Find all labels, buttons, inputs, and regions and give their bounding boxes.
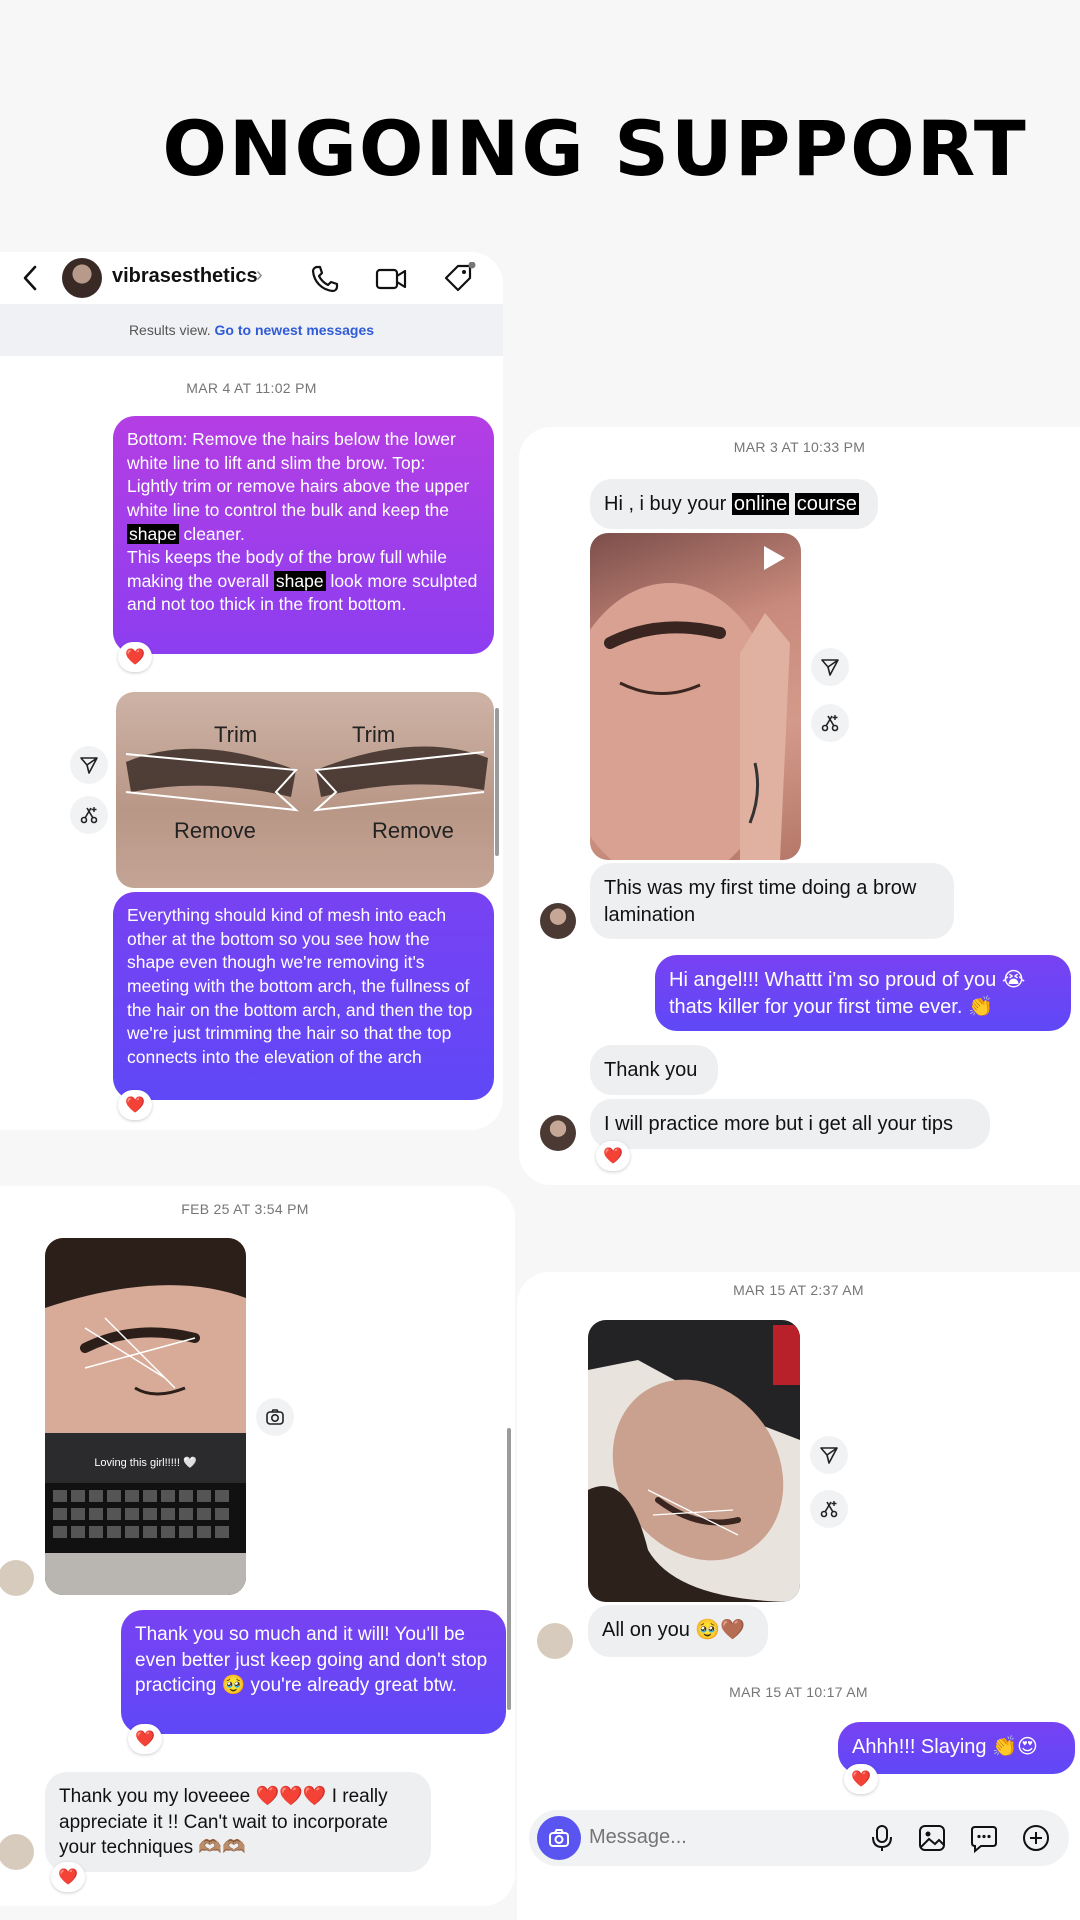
chevron-right-icon[interactable]: › xyxy=(256,264,263,287)
message-bubble-incoming[interactable]: Thank you my loveeee ❤️❤️❤️ I really app… xyxy=(45,1772,431,1872)
message-bubble-outgoing[interactable]: Everything should kind of mesh into each… xyxy=(113,892,494,1100)
scrollbar[interactable] xyxy=(495,708,499,856)
brow-illustration: Trim Trim Remove Remove xyxy=(125,722,488,843)
message-text: I will practice more but i get all your … xyxy=(604,1113,954,1135)
sticker-icon[interactable] xyxy=(969,1823,999,1853)
chat-panel-client: MAR 15 AT 2:37 AM All on you 🥹🤎 MAR 15 A… xyxy=(517,1272,1080,1920)
mic-icon[interactable] xyxy=(867,1823,897,1853)
message-text: This was my first time doing a brow lami… xyxy=(604,877,917,926)
message-bubble-incoming[interactable]: This was my first time doing a brow lami… xyxy=(590,863,954,939)
timestamp: MAR 15 AT 2:37 AM xyxy=(733,1282,864,1298)
back-icon[interactable] xyxy=(20,264,40,292)
plus-icon[interactable] xyxy=(1021,1823,1051,1853)
share-icon[interactable] xyxy=(70,746,108,784)
message-bubble-incoming[interactable]: Thank you xyxy=(590,1045,718,1095)
results-text: Results view. xyxy=(128,322,211,338)
message-bubble-outgoing[interactable]: Ahhh!!! Slaying 👏😍 xyxy=(838,1722,1075,1774)
message-bubble-incoming[interactable]: I will practice more but i get all your … xyxy=(590,1099,990,1149)
chat-panel-course-student: MAR 3 AT 10:33 PM Hi , i buy your online… xyxy=(519,427,1080,1185)
camera-icon[interactable] xyxy=(256,1398,294,1436)
avatar[interactable] xyxy=(540,1115,576,1151)
remix-icon[interactable] xyxy=(811,704,849,742)
gallery-icon[interactable] xyxy=(917,1823,947,1853)
results-view-banner: Results view. Go to newest messages xyxy=(0,304,503,356)
message-text: Thank you my loveeee ❤️❤️❤️ I really app… xyxy=(59,1786,388,1859)
avatar[interactable] xyxy=(0,1560,34,1596)
message-bubble-outgoing[interactable]: Bottom: Remove the hairs below the lower… xyxy=(113,416,494,654)
message-input[interactable] xyxy=(589,1826,849,1849)
message-text: Hi , i buy your xyxy=(604,493,732,515)
share-icon[interactable] xyxy=(810,1436,848,1474)
play-icon[interactable] xyxy=(758,543,788,573)
avatar[interactable] xyxy=(540,903,576,939)
highlighted-text: shape xyxy=(127,523,179,544)
page-headline: ONGOING SUPPORT xyxy=(162,104,1028,193)
chat-username[interactable]: vibrasesthetics xyxy=(112,265,258,288)
video-thumbnail-brow-lamination[interactable] xyxy=(590,533,801,860)
timestamp: FEB 25 AT 3:54 PM xyxy=(181,1201,309,1217)
message-bubble-incoming[interactable]: Hi , i buy your online course xyxy=(590,479,878,529)
heart-reaction[interactable]: ❤️ xyxy=(844,1764,878,1794)
video-icon[interactable] xyxy=(374,262,408,296)
highlighted-text: online xyxy=(731,493,790,515)
chat-panel-story-reply: FEB 25 AT 3:54 PM Loving this girl!!!!! … xyxy=(0,1186,515,1906)
client-illustration xyxy=(588,1320,800,1602)
trim-label: Trim xyxy=(214,722,257,747)
remix-icon[interactable] xyxy=(70,796,108,834)
message-text: Ahhh!!! Slaying 👏😍 xyxy=(852,1736,1038,1758)
share-icon[interactable] xyxy=(811,648,849,686)
heart-reaction[interactable]: ❤️ xyxy=(118,642,152,672)
timestamp: MAR 15 AT 10:17 AM xyxy=(729,1684,868,1700)
message-bubble-outgoing[interactable]: Hi angel!!! Whattt i'm so proud of you 😭… xyxy=(655,955,1071,1031)
brow-mapping-image[interactable]: Trim Trim Remove Remove xyxy=(116,692,494,888)
timestamp: MAR 3 AT 10:33 PM xyxy=(733,439,866,455)
message-bubble-outgoing[interactable]: Thank you so much and it will! You'll be… xyxy=(121,1610,506,1734)
avatar[interactable] xyxy=(62,258,102,298)
go-to-newest-link[interactable]: Go to newest messages xyxy=(215,322,375,338)
message-text: Thank you xyxy=(604,1059,698,1081)
chat-panel-vibrasesthetics: vibrasesthetics › Results view. Go to ne… xyxy=(0,252,503,1130)
heart-reaction[interactable]: ❤️ xyxy=(596,1141,630,1171)
message-bubble-incoming[interactable]: All on you 🥹🤎 xyxy=(588,1605,768,1657)
story-caption: Loving this girl!!!!! 🤍 xyxy=(94,1457,197,1469)
face-illustration xyxy=(590,583,790,860)
message-text: Thank you so much and it will! You'll be… xyxy=(135,1624,488,1697)
heart-reaction[interactable]: ❤️ xyxy=(118,1090,152,1120)
remix-icon[interactable] xyxy=(810,1490,848,1528)
message-text: Everything should kind of mesh into each… xyxy=(127,905,473,1067)
heart-reaction[interactable]: ❤️ xyxy=(51,1862,85,1892)
message-text: cleaner. xyxy=(178,523,245,544)
story-image[interactable]: Loving this girl!!!!! 🤍 xyxy=(45,1238,246,1595)
avatar[interactable] xyxy=(537,1623,573,1659)
message-text xyxy=(789,493,795,515)
message-text: Hi angel!!! Whattt i'm so proud of you 😭… xyxy=(669,969,1026,1018)
remove-label: Remove xyxy=(174,818,256,843)
highlighted-text: course xyxy=(794,493,859,515)
scrollbar[interactable] xyxy=(507,1428,511,1710)
message-composer xyxy=(529,1810,1069,1866)
message-text: Bottom: Remove the hairs below the lower… xyxy=(127,429,470,520)
story-illustration xyxy=(45,1238,246,1595)
avatar[interactable] xyxy=(0,1834,34,1870)
heart-reaction[interactable]: ❤️ xyxy=(128,1724,162,1754)
trim-label: Trim xyxy=(352,722,395,747)
highlighted-text: shape xyxy=(273,570,326,591)
chat-header: vibrasesthetics › xyxy=(0,252,503,304)
phone-icon[interactable] xyxy=(308,262,342,296)
tag-icon[interactable] xyxy=(442,262,476,296)
message-text: All on you 🥹🤎 xyxy=(602,1619,746,1641)
timestamp: MAR 4 AT 11:02 PM xyxy=(186,380,317,396)
camera-icon[interactable] xyxy=(537,1816,581,1860)
client-photo[interactable] xyxy=(588,1320,800,1602)
remove-label: Remove xyxy=(372,818,454,843)
